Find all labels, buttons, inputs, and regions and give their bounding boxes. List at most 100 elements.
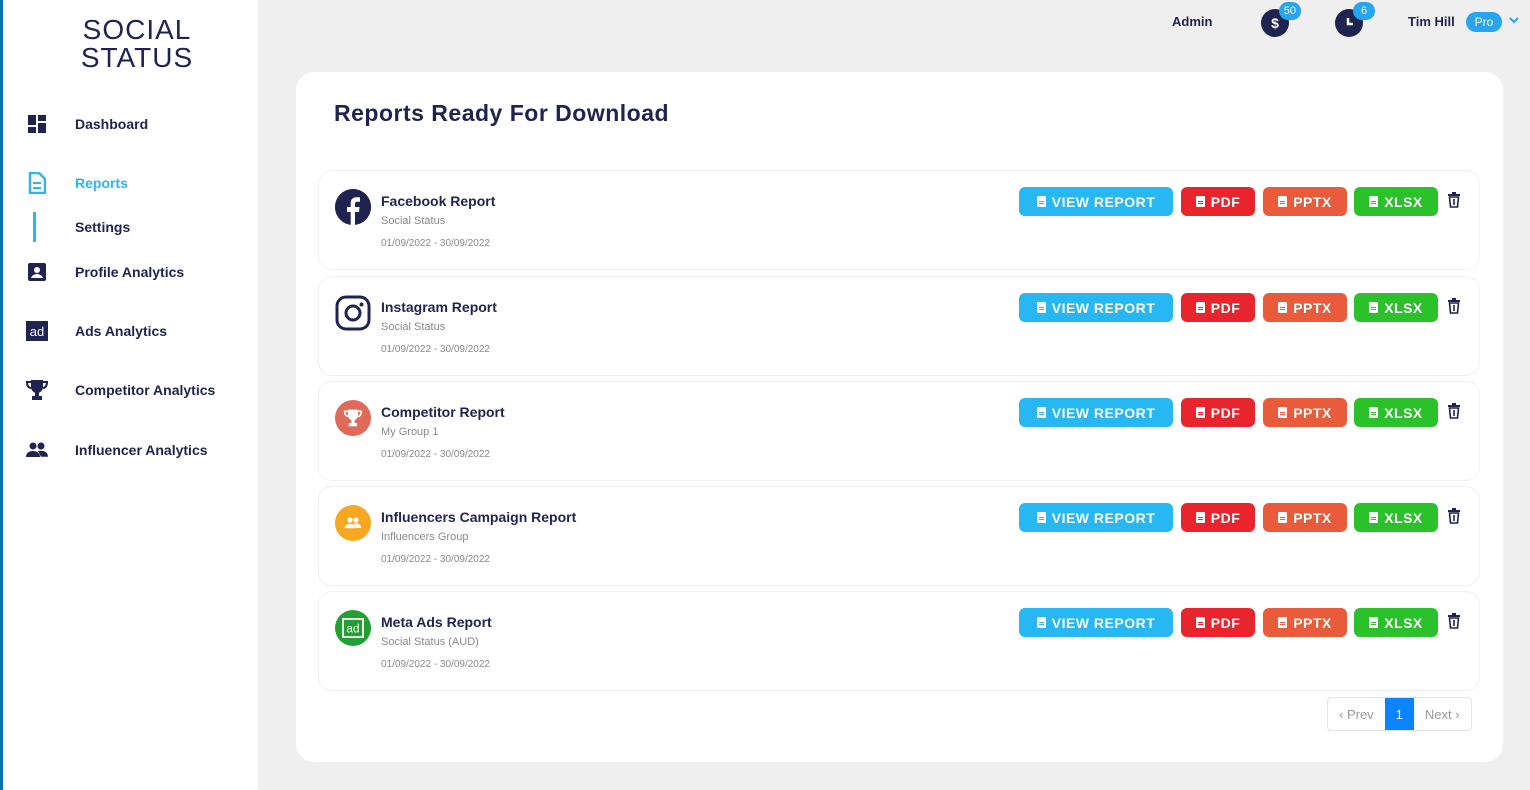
reports-icon	[25, 171, 49, 195]
view-report-button[interactable]: VIEW REPORT	[1019, 293, 1173, 322]
tasks-button[interactable]: 6	[1335, 2, 1375, 37]
xlsx-label: XLSX	[1384, 299, 1423, 316]
ads-icon: ad	[25, 319, 49, 343]
view-report-label: VIEW REPORT	[1051, 614, 1156, 631]
delete-trash-icon[interactable]	[1447, 613, 1461, 629]
xlsx-file-icon	[1369, 407, 1379, 418]
brand-line-2: STATUS	[80, 42, 194, 73]
tasks-count-badge: 6	[1353, 2, 1375, 20]
admin-link[interactable]: Admin	[1172, 14, 1212, 29]
report-name: Meta Ads Report	[381, 614, 492, 630]
facebook-icon	[335, 189, 371, 225]
instagram-icon	[335, 295, 371, 331]
sidebar-item-competitor-analytics[interactable]: Competitor Analytics	[25, 378, 215, 402]
trophy-icon	[335, 400, 371, 436]
download-pdf-button[interactable]: PDF	[1181, 608, 1255, 637]
download-pdf-button[interactable]: PDF	[1181, 293, 1255, 322]
download-xlsx-button[interactable]: XLSX	[1354, 187, 1438, 216]
pdf-label: PDF	[1210, 614, 1241, 631]
ads-icon: ad	[335, 610, 371, 646]
delete-trash-icon[interactable]	[1447, 192, 1461, 208]
download-xlsx-button[interactable]: XLSX	[1354, 293, 1438, 322]
pdf-label: PDF	[1210, 299, 1241, 316]
sidebar-item-profile-analytics[interactable]: Profile Analytics	[25, 260, 184, 284]
download-xlsx-button[interactable]: XLSX	[1354, 398, 1438, 427]
sidebar-item-reports[interactable]: Reports	[25, 171, 128, 195]
report-date-range: 01/09/2022 - 30/09/2022	[381, 659, 490, 670]
pdf-file-icon	[1195, 302, 1205, 313]
view-report-button[interactable]: VIEW REPORT	[1019, 398, 1173, 427]
trophy-icon	[25, 378, 49, 402]
download-pdf-button[interactable]: PDF	[1181, 503, 1255, 532]
download-xlsx-button[interactable]: XLSX	[1354, 608, 1438, 637]
pagination: ‹ Prev 1 Next ›	[1327, 697, 1472, 731]
view-report-button[interactable]: VIEW REPORT	[1019, 187, 1173, 216]
report-row: Instagram Report Social Status 01/09/202…	[318, 276, 1480, 376]
notifications-count-badge: 50	[1278, 2, 1301, 20]
view-report-button[interactable]: VIEW REPORT	[1019, 608, 1173, 637]
pdf-label: PDF	[1210, 509, 1241, 526]
xlsx-file-icon	[1369, 302, 1379, 313]
sidebar-item-ads-analytics[interactable]: ad Ads Analytics	[25, 319, 167, 343]
sidebar-item-label: Settings	[75, 219, 131, 235]
xlsx-label: XLSX	[1384, 614, 1423, 631]
document-icon	[1036, 512, 1046, 523]
svg-text:ad: ad	[30, 324, 44, 339]
chevron-down-icon[interactable]	[1507, 13, 1521, 27]
brand-line-1: SOCIAL	[82, 14, 192, 45]
pptx-file-icon	[1278, 512, 1288, 523]
delete-trash-icon[interactable]	[1447, 508, 1461, 524]
user-name[interactable]: Tim Hill	[1408, 14, 1455, 29]
report-name: Influencers Campaign Report	[381, 509, 577, 525]
view-report-label: VIEW REPORT	[1051, 404, 1156, 421]
svg-text:$: $	[1271, 15, 1279, 31]
document-icon	[1036, 617, 1046, 628]
download-pptx-button[interactable]: PPTX	[1263, 608, 1347, 637]
sidebar-item-dashboard[interactable]: Dashboard	[25, 112, 148, 136]
download-pdf-button[interactable]: PDF	[1181, 187, 1255, 216]
notifications-button[interactable]: $ 50	[1261, 2, 1301, 37]
sidebar: SOCIAL STATUS Dashboard Reports Settings…	[0, 0, 258, 790]
page-1-button[interactable]: 1	[1384, 698, 1414, 730]
xlsx-file-icon	[1369, 196, 1379, 207]
download-pdf-button[interactable]: PDF	[1181, 398, 1255, 427]
report-row: Competitor Report My Group 1 01/09/2022 …	[318, 381, 1480, 481]
delete-trash-icon[interactable]	[1447, 403, 1461, 419]
next-page-button[interactable]: Next ›	[1414, 698, 1471, 730]
view-report-button[interactable]: VIEW REPORT	[1019, 503, 1173, 532]
document-icon	[1036, 302, 1046, 313]
download-pptx-button[interactable]: PPTX	[1263, 187, 1347, 216]
pdf-label: PDF	[1210, 404, 1241, 421]
brand-logo[interactable]: SOCIAL STATUS	[67, 16, 207, 72]
pptx-file-icon	[1278, 302, 1288, 313]
download-pptx-button[interactable]: PPTX	[1263, 293, 1347, 322]
pptx-label: PPTX	[1293, 509, 1332, 526]
report-subtitle: My Group 1	[381, 426, 439, 438]
people-icon	[335, 505, 371, 541]
profile-icon	[25, 260, 49, 284]
view-report-label: VIEW REPORT	[1051, 299, 1156, 316]
pdf-file-icon	[1195, 196, 1205, 207]
pptx-label: PPTX	[1293, 404, 1332, 421]
pdf-file-icon	[1195, 617, 1205, 628]
prev-page-button[interactable]: ‹ Prev	[1328, 698, 1385, 730]
download-pptx-button[interactable]: PPTX	[1263, 398, 1347, 427]
delete-trash-icon[interactable]	[1447, 298, 1461, 314]
report-date-range: 01/09/2022 - 30/09/2022	[381, 238, 490, 249]
sidebar-item-influencer-analytics[interactable]: Influencer Analytics	[25, 438, 208, 462]
dashboard-icon	[25, 112, 49, 136]
sidebar-item-label: Ads Analytics	[75, 323, 168, 339]
report-name: Instagram Report	[381, 299, 497, 315]
sidebar-item-label: Profile Analytics	[75, 264, 185, 280]
reports-card: Reports Ready For Download Facebook Repo…	[296, 72, 1503, 762]
clock-icon	[1346, 18, 1353, 26]
download-pptx-button[interactable]: PPTX	[1263, 503, 1347, 532]
report-date-range: 01/09/2022 - 30/09/2022	[381, 344, 490, 355]
download-xlsx-button[interactable]: XLSX	[1354, 503, 1438, 532]
sidebar-item-label: Competitor Analytics	[75, 382, 216, 398]
report-subtitle: Influencers Group	[381, 531, 469, 543]
pdf-file-icon	[1195, 512, 1205, 523]
xlsx-label: XLSX	[1384, 509, 1423, 526]
xlsx-file-icon	[1369, 617, 1379, 628]
report-name: Competitor Report	[381, 404, 505, 420]
